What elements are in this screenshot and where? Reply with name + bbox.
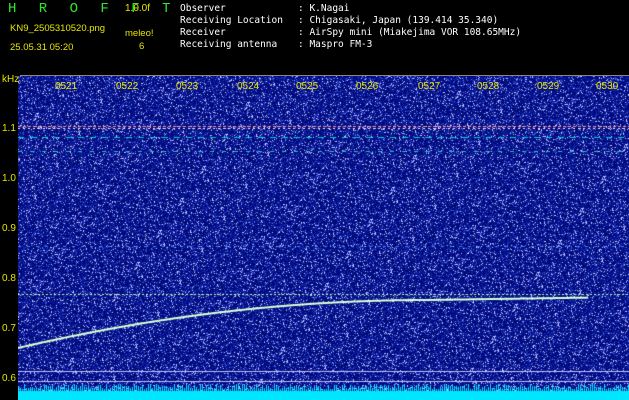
timestamp-label: 25.05.31 05:20 xyxy=(10,42,74,53)
meta-key: Receiving Location xyxy=(180,15,283,26)
time-label: 0525 xyxy=(296,81,319,92)
time-label: 0528 xyxy=(477,81,500,92)
time-label: 0530 xyxy=(596,81,619,92)
observation-metadata: Observer : K.Nagai Receiving Location : Ch… xyxy=(180,3,521,51)
meta-key: Receiver xyxy=(180,27,226,38)
time-label: 0522 xyxy=(116,81,139,92)
meleo-label: meleo! xyxy=(125,28,154,39)
time-label: 0524 xyxy=(237,81,260,92)
time-label: 0526 xyxy=(356,81,379,92)
meta-value: : AirSpy mini (Miakejima VOR 108.65MHz) xyxy=(298,27,522,38)
frequency-unit-label: kHz xyxy=(2,74,20,85)
spectrogram-canvas[interactable] xyxy=(18,76,629,400)
meta-key: Receiving antenna xyxy=(180,39,278,50)
meta-row-observer: Observer : K.Nagai xyxy=(180,3,521,15)
meta-row-location: Receiving Location : Chigasaki, Japan (13… xyxy=(180,15,521,27)
meta-value: : Maspro FM-3 xyxy=(298,39,373,50)
frequency-label: 1.1 xyxy=(2,123,16,134)
header-panel: H R O F F T 1.0.0f KN9_2505310520.png 25… xyxy=(0,0,629,75)
frequency-label: 0.6 xyxy=(2,373,16,384)
meta-row-receiver: Receiver : AirSpy mini (Miakejima VOR 108… xyxy=(180,27,521,39)
app-title: H R O F F T xyxy=(8,1,178,17)
frequency-label: 1.0 xyxy=(2,173,16,184)
filename-label: KN9_2505310520.png xyxy=(10,23,106,34)
frequency-label: 0.9 xyxy=(2,223,16,234)
time-label: 0521 xyxy=(55,81,78,92)
frequency-label: 0.8 xyxy=(2,273,16,284)
version-label: 1.0.0f xyxy=(125,3,151,14)
frequency-label: 0.7 xyxy=(2,323,16,334)
meta-row-antenna: Receiving antenna : Maspro FM-3 xyxy=(180,39,521,51)
time-label: 0523 xyxy=(176,81,199,92)
time-label: 0527 xyxy=(418,81,441,92)
meleo-value: 6 xyxy=(139,41,145,52)
meta-value: : K.Nagai xyxy=(298,3,350,14)
meta-key: Observer xyxy=(180,3,226,14)
time-label: 0529 xyxy=(537,81,560,92)
meta-value: : Chigasaki, Japan (139.414 35.340) xyxy=(298,15,499,26)
